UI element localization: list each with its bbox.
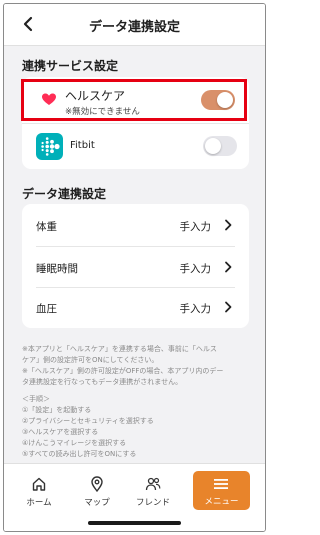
setting-row-weight[interactable]: 体重 手入力	[22, 204, 249, 245]
notes-block: ※本アプリと「ヘルスケア」を連携する場合、事前に「ヘルス ケア」側の設定許可をO…	[22, 344, 252, 460]
tab-label: フレンド	[135, 498, 170, 508]
menu-icon	[214, 479, 228, 489]
friends-icon	[145, 477, 161, 491]
nav-bar: データ連携設定	[4, 4, 265, 46]
note-line: タ連携設定を行なってもデータ連携がされません。	[22, 378, 183, 386]
data-section-title: データ連携設定	[22, 187, 107, 201]
chevron-right-icon	[225, 219, 232, 231]
step-line: ①「設定」を起動する	[22, 406, 92, 414]
home-icon	[32, 477, 46, 491]
fitbit-toggle[interactable]	[203, 136, 237, 156]
chevron-right-icon	[225, 301, 232, 313]
tab-label: ホーム	[26, 498, 52, 508]
tab-label: マップ	[84, 498, 110, 508]
fitbit-name: Fitbit	[70, 140, 95, 151]
tab-home[interactable]: ホーム	[14, 472, 64, 512]
fitbit-row: Fitbit	[22, 123, 249, 169]
step-line: ⑤すべての読み出し許可をONにする	[22, 450, 137, 458]
setting-value: 手入力	[179, 303, 212, 315]
steps-title: ＜手順＞	[22, 395, 50, 403]
note-line: ケア」側の設定許可をONにしてください。	[22, 356, 159, 364]
setting-label: 体重	[36, 221, 57, 233]
step-line: ③ヘルスケアを選択する	[22, 428, 99, 436]
setting-row-blood-pressure[interactable]: 血圧 手入力	[22, 287, 249, 328]
chevron-right-icon	[225, 261, 232, 273]
highlight-box	[21, 79, 247, 121]
tab-label: メニュー	[204, 497, 239, 507]
data-settings-card: 体重 手入力 睡眠時間 手入力 血圧 手入力	[22, 204, 249, 328]
setting-label: 睡眠時間	[36, 263, 78, 275]
step-line: ④けんこうマイレージを選択する	[22, 439, 127, 447]
services-section-title: 連携サービス設定	[22, 59, 119, 73]
tab-map[interactable]: マップ	[72, 472, 122, 512]
toggle-knob	[205, 138, 221, 154]
tab-menu[interactable]: メニュー	[193, 471, 250, 510]
page-title: データ連携設定	[88, 20, 180, 35]
step-line: ②プライバシーとセキュリティを選択する	[22, 417, 154, 425]
tab-friends[interactable]: フレンド	[128, 472, 178, 512]
setting-row-sleep[interactable]: 睡眠時間 手入力	[22, 246, 249, 287]
note-line: ※本アプリと「ヘルスケア」を連携する場合、事前に「ヘルス	[22, 345, 217, 353]
home-indicator	[88, 521, 181, 525]
setting-value: 手入力	[179, 263, 212, 275]
map-pin-icon	[91, 476, 103, 492]
setting-label: 血圧	[36, 303, 57, 315]
fitbit-icon	[36, 133, 63, 160]
note-line: ※「ヘルスケア」側の許可設定がOFFの場合、本アプリ内のデー	[22, 367, 224, 375]
setting-value: 手入力	[179, 221, 212, 233]
